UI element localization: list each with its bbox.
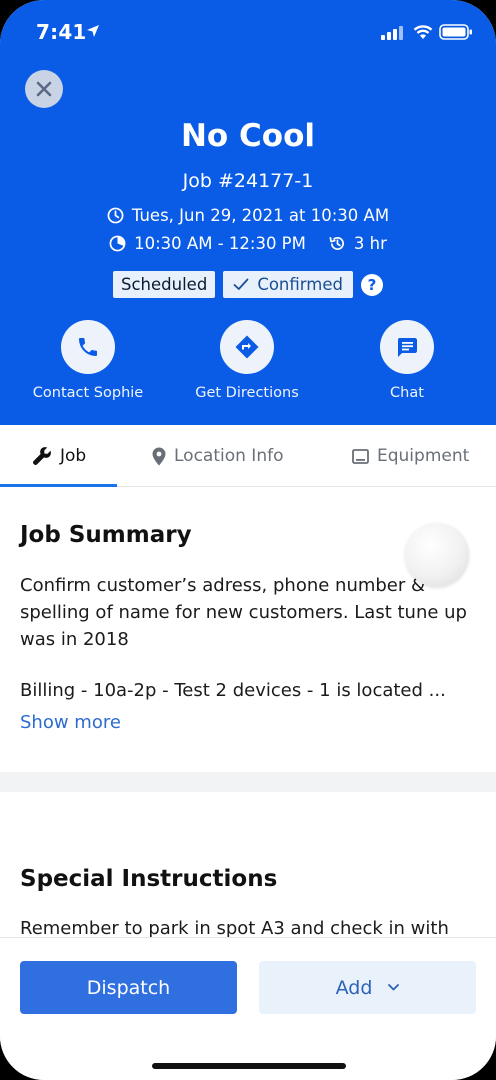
history-icon bbox=[329, 236, 344, 250]
phone-icon bbox=[79, 338, 97, 356]
battery-icon bbox=[439, 24, 472, 40]
directions-circle bbox=[220, 320, 274, 374]
quick-actions: Contact Sophie Get Directions Chat bbox=[0, 320, 496, 410]
status-badges: Scheduled Confirmed ? bbox=[0, 271, 496, 298]
touch-indicator bbox=[405, 523, 469, 587]
job-duration: 3 hr bbox=[353, 234, 387, 253]
scheduled-badge: Scheduled bbox=[113, 271, 216, 298]
confirmed-badge[interactable]: Confirmed bbox=[223, 271, 353, 298]
location-pin-icon bbox=[152, 447, 166, 465]
home-indicator[interactable] bbox=[152, 1063, 346, 1069]
special-instructions-title: Special Instructions bbox=[20, 866, 278, 892]
contact-customer-button[interactable]: Contact Sophie bbox=[3, 320, 173, 401]
job-tabs: Job Location Info Equipment bbox=[0, 425, 496, 487]
add-label: Add bbox=[335, 976, 373, 999]
tab-equipment-label: Equipment bbox=[377, 446, 470, 466]
job-date-time: Tues, Jun 29, 2021 at 10:30 AM bbox=[131, 206, 390, 225]
clock-icon bbox=[107, 207, 124, 224]
status-time: 7:41 bbox=[36, 20, 87, 44]
wrench-icon bbox=[32, 447, 51, 466]
job-header: 7:41 No Cool Job #24177-1 Tues, Jun 29, … bbox=[0, 0, 496, 425]
directions-label: Get Directions bbox=[195, 385, 299, 401]
dispatch-label: Dispatch bbox=[86, 976, 171, 999]
job-summary-title: Job Summary bbox=[20, 522, 192, 548]
job-summary-text: Confirm customer’s adress, phone number … bbox=[20, 575, 467, 650]
active-tab-indicator bbox=[0, 484, 117, 487]
dispatch-button[interactable]: Dispatch bbox=[20, 961, 237, 1014]
close-icon bbox=[36, 81, 52, 97]
tablet-icon bbox=[352, 448, 369, 464]
special-instructions-text: Remember to park in spot A3 and check in… bbox=[20, 918, 449, 939]
chat-icon bbox=[398, 338, 417, 357]
tab-job-label: Job bbox=[60, 446, 87, 466]
chat-circle bbox=[380, 320, 434, 374]
wifi-icon bbox=[413, 25, 433, 39]
show-more-link[interactable]: Show more bbox=[20, 712, 121, 733]
chevron-down-icon bbox=[388, 984, 400, 991]
tab-location-info[interactable]: Location Info bbox=[152, 425, 283, 487]
job-time-window: 10:30 AM - 12:30 PM bbox=[134, 234, 306, 253]
directions-icon bbox=[235, 335, 259, 359]
contact-circle bbox=[61, 320, 115, 374]
section-divider bbox=[0, 772, 496, 792]
add-button[interactable]: Add bbox=[259, 961, 476, 1014]
time-window-icon bbox=[109, 235, 126, 252]
location-arrow-icon bbox=[87, 25, 99, 37]
phone-screen: 7:41 No Cool Job #24177-1 Tues, Jun 29, … bbox=[0, 0, 496, 1080]
get-directions-button[interactable]: Get Directions bbox=[162, 320, 332, 401]
contact-label: Contact Sophie bbox=[32, 385, 144, 401]
confirmed-label: Confirmed bbox=[257, 275, 343, 294]
job-time-row: 10:30 AM - 12:30 PM 3 hr bbox=[0, 234, 496, 253]
tab-job[interactable]: Job bbox=[32, 425, 86, 487]
bottom-action-bar: Dispatch Add bbox=[0, 937, 496, 1080]
status-bar: 7:41 bbox=[0, 0, 496, 66]
tab-location-label: Location Info bbox=[174, 446, 284, 466]
close-button[interactable] bbox=[25, 70, 63, 108]
help-icon[interactable]: ? bbox=[360, 273, 383, 296]
chat-label: Chat bbox=[390, 385, 424, 401]
tab-equipment[interactable]: Equipment bbox=[352, 425, 469, 487]
job-date-row: Tues, Jun 29, 2021 at 10:30 AM bbox=[0, 206, 496, 225]
cellular-signal-icon bbox=[381, 26, 403, 40]
job-title: No Cool bbox=[180, 118, 315, 154]
billing-text: Billing - 10a-2p - Test 2 devices - 1 is… bbox=[20, 680, 446, 701]
chat-button[interactable]: Chat bbox=[322, 320, 492, 401]
job-number: Job #24177-1 bbox=[182, 170, 314, 192]
checkmark-icon bbox=[233, 278, 249, 290]
scheduled-label: Scheduled bbox=[121, 275, 208, 294]
